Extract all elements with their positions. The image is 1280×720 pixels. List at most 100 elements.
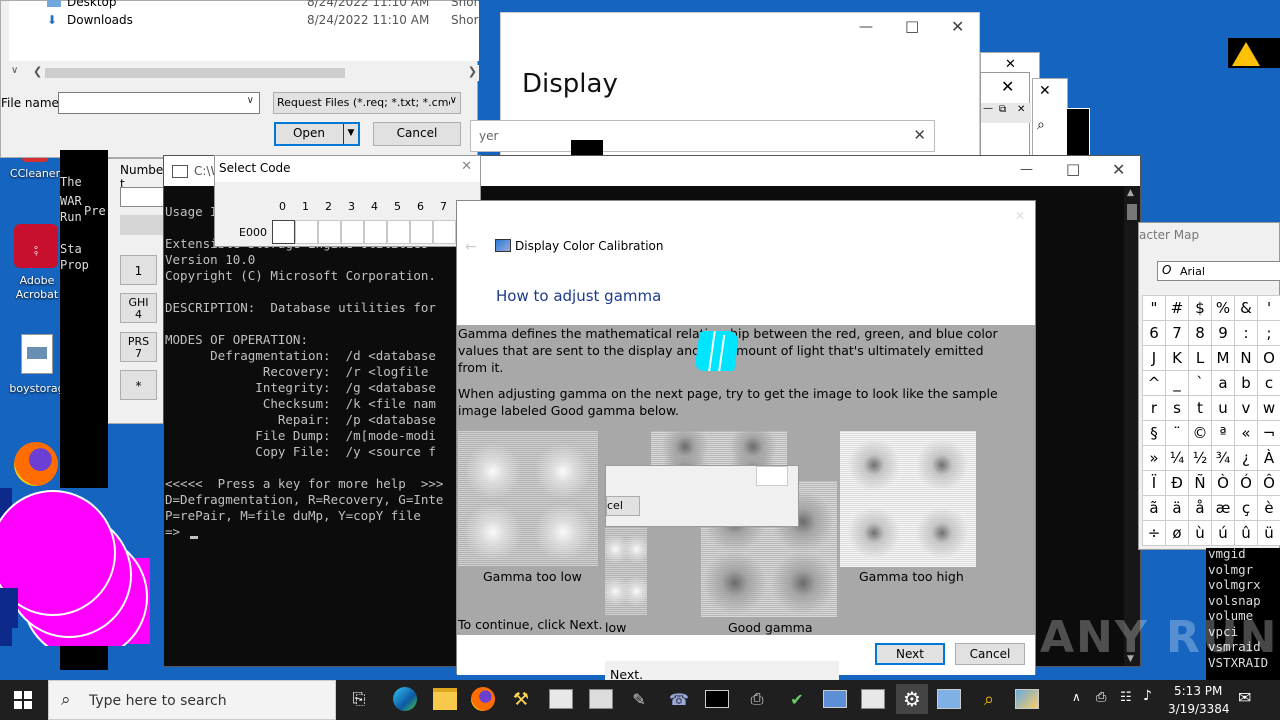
app-icon-keys[interactable]: ⚒ (506, 684, 536, 714)
character-cell[interactable]: ½ (1189, 446, 1212, 471)
tray-network-icon[interactable]: ☷ (1120, 690, 1132, 705)
scroll-left-icon[interactable]: ❮ (33, 65, 42, 78)
close-icon[interactable]: ✕ (1005, 57, 1016, 72)
maximize-icon[interactable]: □ (905, 17, 919, 35)
character-cell[interactable]: § (1143, 421, 1166, 446)
character-cell[interactable]: Ï (1143, 471, 1166, 496)
code-cell[interactable] (387, 220, 410, 244)
horizontal-scrollbar[interactable]: ❮ ❯ (31, 65, 479, 81)
character-cell[interactable]: s (1166, 396, 1189, 421)
character-cell[interactable]: v (1235, 396, 1258, 421)
app-icon-window-2[interactable] (586, 684, 616, 714)
character-cell[interactable]: M (1212, 346, 1235, 371)
edge-icon[interactable] (390, 684, 420, 714)
ghost-cancel-button[interactable]: cel (606, 496, 640, 516)
character-cell[interactable]: J (1143, 346, 1166, 371)
settings-search-box[interactable]: yer ✕ (470, 120, 935, 152)
next-button[interactable]: Next (875, 643, 945, 665)
scrollbar-thumb[interactable] (45, 68, 345, 78)
list-item[interactable]: ⬇ Downloads 8/24/2022 11:10 AM Shor (47, 13, 479, 29)
start-button[interactable] (8, 685, 38, 715)
key-1[interactable]: 1 (120, 255, 157, 285)
firefox-taskbar-icon[interactable] (468, 684, 498, 714)
file-name-combo[interactable]: ∨ (58, 92, 260, 114)
character-cell[interactable]: © (1189, 421, 1212, 446)
character-cell[interactable]: 6 (1143, 321, 1166, 346)
app-icon-network[interactable]: ☎ (664, 684, 694, 714)
character-cell[interactable]: b (1235, 371, 1258, 396)
character-cell[interactable]: t (1189, 396, 1212, 421)
firefox-icon[interactable] (14, 442, 58, 486)
character-cell[interactable]: ø (1166, 521, 1189, 546)
app-icon-control-panel[interactable] (1012, 684, 1042, 714)
close-icon[interactable]: ✕ (1015, 209, 1025, 223)
clock-date[interactable]: 3/19/3384 (1168, 702, 1230, 716)
code-cell[interactable] (318, 220, 341, 244)
app-icon-pen[interactable]: ✎ (624, 684, 654, 714)
app-icon-window-1[interactable] (546, 684, 576, 714)
key-star[interactable]: * (120, 370, 157, 400)
app-icon-window-4[interactable] (934, 684, 964, 714)
app-icon-monitor[interactable] (820, 684, 850, 714)
character-cell[interactable]: K (1166, 346, 1189, 371)
open-dropdown-icon[interactable]: ▼ (343, 124, 358, 144)
character-cell[interactable]: & (1235, 296, 1258, 321)
character-cell[interactable]: O (1258, 346, 1280, 371)
character-cell[interactable]: ú (1212, 521, 1235, 546)
character-cell[interactable]: 9 (1212, 321, 1235, 346)
cancel-button[interactable]: Cancel (955, 643, 1025, 665)
character-cell[interactable]: u (1212, 396, 1235, 421)
character-cell[interactable]: ' (1258, 296, 1280, 321)
character-cell[interactable]: « (1235, 421, 1258, 446)
settings-gear-icon[interactable]: ⚙ (896, 684, 928, 714)
code-cell[interactable] (364, 220, 387, 244)
character-cell[interactable]: ¨ (1166, 421, 1189, 446)
tray-device-icon[interactable]: ⎙ (1096, 690, 1106, 705)
character-cell[interactable]: ^ (1143, 371, 1166, 396)
character-cell[interactable]: r (1143, 396, 1166, 421)
character-cell[interactable]: Ñ (1189, 471, 1212, 496)
character-cell[interactable]: : (1235, 321, 1258, 346)
maximize-icon[interactable]: □ (1066, 160, 1080, 178)
character-cell[interactable]: a (1212, 371, 1235, 396)
tray-volume-icon[interactable]: ♪ (1143, 688, 1152, 704)
character-cell[interactable]: ª (1212, 421, 1235, 446)
character-cell[interactable]: Ò (1212, 471, 1235, 496)
code-cell[interactable] (433, 220, 456, 244)
close-icon[interactable]: ✕ (461, 159, 472, 174)
character-cell[interactable]: _ (1166, 371, 1189, 396)
close-icon[interactable]: ✕ (1001, 77, 1014, 96)
character-cell[interactable]: Ó (1235, 471, 1258, 496)
character-cell[interactable]: ç (1235, 496, 1258, 521)
character-cell[interactable]: Ô (1258, 471, 1280, 496)
character-cell[interactable]: w (1258, 396, 1280, 421)
character-cell[interactable]: ¿ (1235, 446, 1258, 471)
tray-chevron-up-icon[interactable]: ∧ (1072, 690, 1081, 704)
character-cell[interactable]: 7 (1166, 321, 1189, 346)
close-icon[interactable]: ✕ (1039, 83, 1051, 99)
close-icon[interactable]: ✕ (1017, 104, 1025, 115)
chevron-down-icon[interactable]: ∨ (247, 95, 254, 106)
character-cell[interactable]: ü (1258, 521, 1280, 546)
character-cell[interactable]: ä (1166, 496, 1189, 521)
magnifier-icon[interactable]: ⌕ (974, 684, 1004, 714)
character-cell[interactable]: ; (1258, 321, 1280, 346)
character-cell[interactable]: å (1189, 496, 1212, 521)
character-cell[interactable]: c (1258, 371, 1280, 396)
restore-icon[interactable]: ⧉ (999, 104, 1006, 115)
character-cell[interactable]: N (1235, 346, 1258, 371)
scrollbar-thumb[interactable] (1127, 204, 1137, 220)
character-cell[interactable]: û (1235, 521, 1258, 546)
clock-time[interactable]: 5:13 PM (1174, 684, 1222, 698)
character-cell[interactable]: # (1166, 296, 1189, 321)
close-icon[interactable]: ✕ (951, 17, 964, 36)
key-7[interactable]: PRS 7 (120, 332, 157, 362)
character-cell[interactable]: æ (1212, 496, 1235, 521)
app-icon-window-3[interactable] (858, 684, 888, 714)
character-cell[interactable]: » (1143, 446, 1166, 471)
scroll-right-icon[interactable]: ❯ (468, 65, 477, 78)
scroll-up-icon[interactable]: ▲ (1127, 188, 1134, 198)
minimize-icon[interactable]: — (983, 103, 993, 114)
character-cell[interactable]: 8 (1189, 321, 1212, 346)
character-cell[interactable]: À (1258, 446, 1280, 471)
